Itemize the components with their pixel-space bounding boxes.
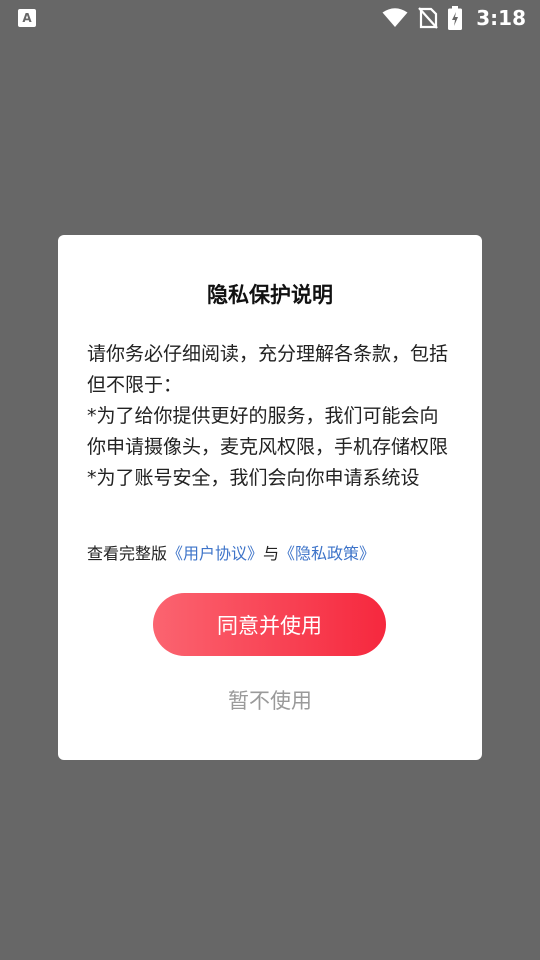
agreement-links: 查看完整版《用户协议》与《隐私政策》: [87, 540, 457, 564]
terms-paragraph: *为了账号安全，我们会向你申请系统设: [87, 467, 420, 489]
agree-and-use-button[interactable]: 同意并使用: [153, 593, 386, 656]
decline-button[interactable]: 暂不使用: [58, 683, 482, 719]
privacy-dialog: 隐私保护说明 请你务必仔细阅读，充分理解各条款，包括但不限于： *为了给你提供更…: [58, 235, 482, 760]
terms-paragraph: *为了给你提供更好的服务，我们可能会向你申请摄像头，麦克风权限，手机存储权限: [87, 405, 449, 458]
privacy-terms-scroll-area[interactable]: 请你务必仔细阅读，充分理解各条款，包括但不限于： *为了给你提供更好的服务，我们…: [87, 339, 457, 511]
status-time: 3:18: [476, 6, 526, 30]
status-bar: A 3:18: [0, 0, 540, 36]
no-sim-icon: [418, 7, 439, 29]
links-prefix: 查看完整版: [87, 544, 168, 563]
dialog-title: 隐私保护说明: [207, 283, 333, 307]
privacy-policy-link[interactable]: 《隐私政策》: [279, 544, 375, 563]
user-agreement-link[interactable]: 《用户协议》: [167, 544, 263, 563]
wifi-icon: [382, 8, 408, 28]
app-notification-icon: A: [18, 9, 36, 27]
links-connector: 与: [263, 544, 280, 563]
terms-paragraph: 请你务必仔细阅读，充分理解各条款，包括但不限于：: [87, 343, 449, 396]
battery-charging-icon: [448, 6, 463, 30]
